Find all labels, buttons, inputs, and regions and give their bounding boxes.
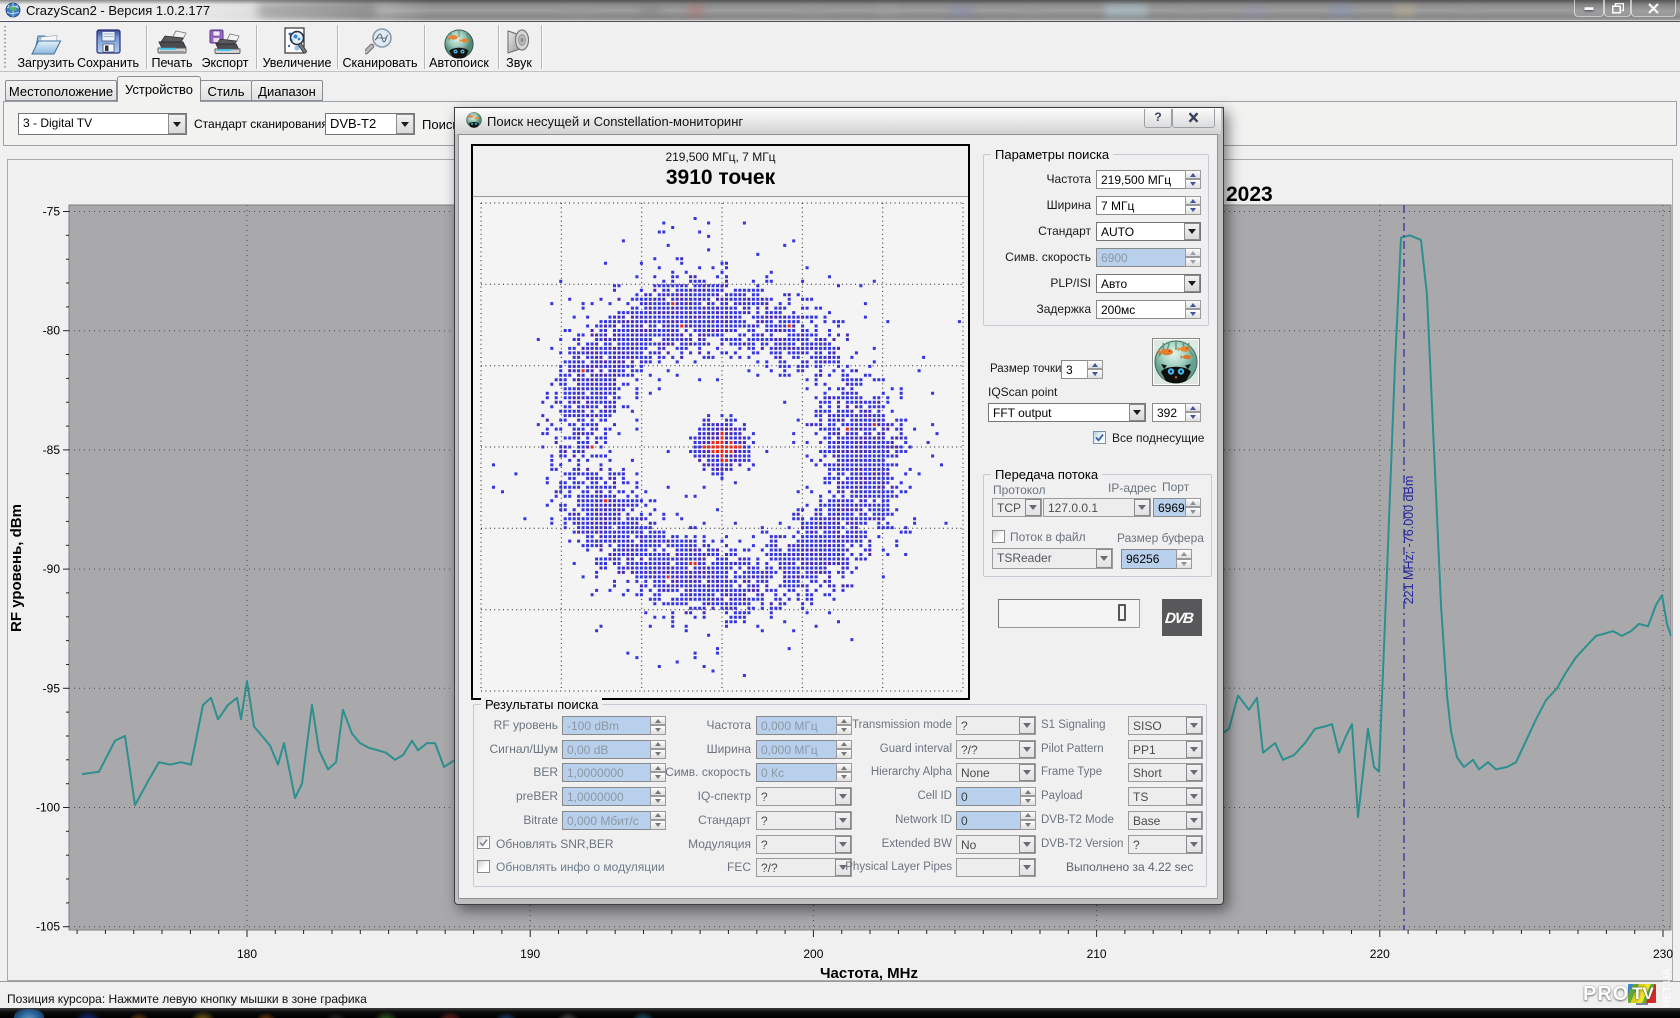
svg-text:DVB: DVB — [1165, 610, 1195, 626]
